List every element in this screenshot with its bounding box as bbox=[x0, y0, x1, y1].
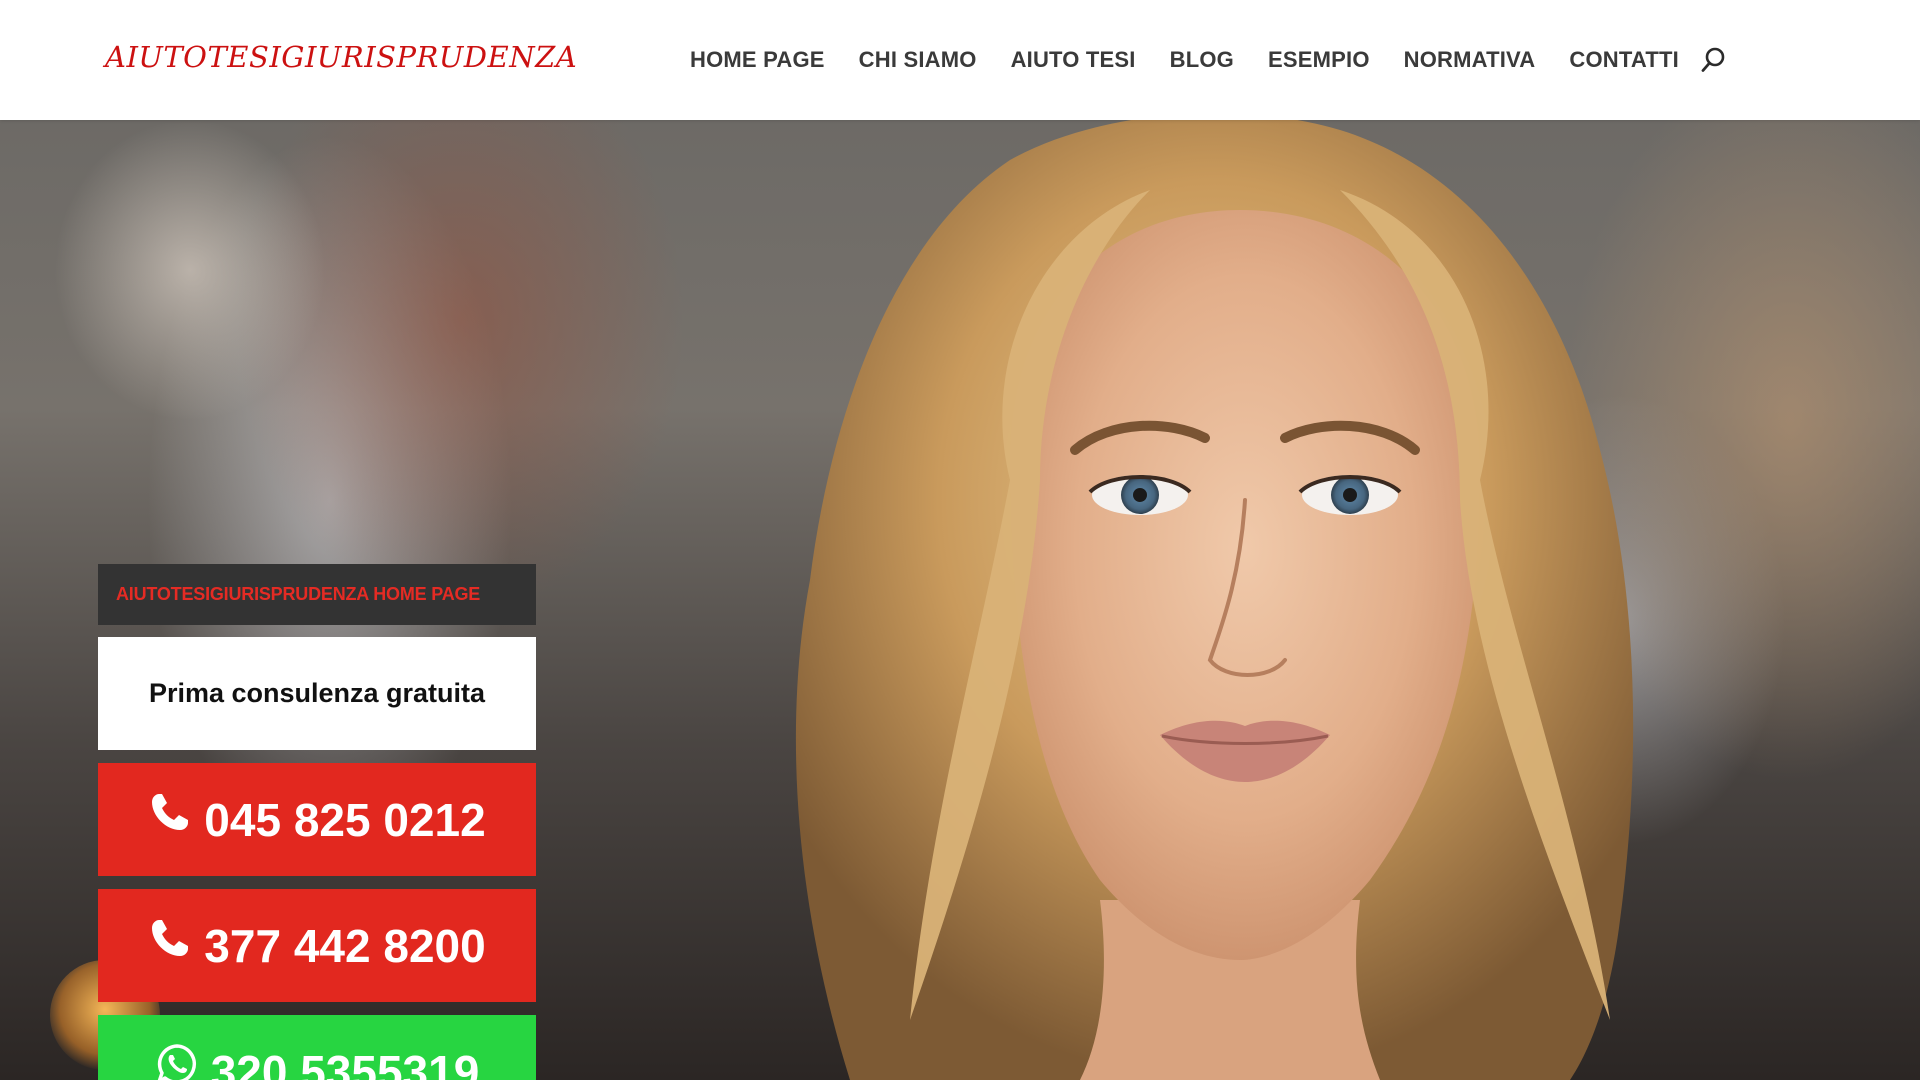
nav-item-chi-siamo[interactable]: CHI SIAMO bbox=[859, 47, 977, 73]
whatsapp-number: 320 5355319 bbox=[210, 1045, 480, 1080]
phone-number-landline: 045 825 0212 bbox=[204, 793, 486, 846]
main-nav: HOME PAGE CHI SIAMO AIUTO TESI BLOG ESEM… bbox=[690, 44, 1727, 76]
phone-button-landline[interactable]: 045 825 0212 bbox=[98, 763, 536, 876]
search-icon[interactable] bbox=[1699, 44, 1727, 76]
free-consultation-label: Prima consulenza gratuita bbox=[98, 637, 536, 750]
phone-icon bbox=[148, 914, 192, 962]
whatsapp-icon bbox=[155, 1040, 199, 1080]
nav-item-esempio[interactable]: ESEMPIO bbox=[1268, 47, 1370, 73]
page: AIUTOTESIGIURISPRUDENZA HOME PAGE CHI SI… bbox=[0, 0, 1920, 1080]
site-logo[interactable]: AIUTOTESIGIURISPRUDENZA bbox=[105, 40, 577, 74]
phone-icon bbox=[148, 788, 192, 836]
nav-item-blog[interactable]: BLOG bbox=[1170, 47, 1234, 73]
whatsapp-button[interactable]: 320 5355319 bbox=[98, 1015, 536, 1080]
contact-panel: AIUTOTESIGIURISPRUDENZA HOME PAGE Prima … bbox=[98, 564, 536, 1080]
nav-item-aiuto-tesi[interactable]: AIUTO TESI bbox=[1011, 47, 1136, 73]
nav-item-normativa[interactable]: NORMATIVA bbox=[1404, 47, 1536, 73]
nav-item-contatti[interactable]: CONTATTI bbox=[1569, 47, 1679, 73]
hero-section: AIUTOTESIGIURISPRUDENZA HOME PAGE Prima … bbox=[0, 120, 1920, 1080]
phone-button-mobile[interactable]: 377 442 8200 bbox=[98, 889, 536, 1002]
site-header: AIUTOTESIGIURISPRUDENZA HOME PAGE CHI SI… bbox=[0, 0, 1920, 120]
hero-portrait-image bbox=[795, 120, 1634, 1080]
phone-number-mobile: 377 442 8200 bbox=[204, 919, 486, 972]
nav-item-home-page[interactable]: HOME PAGE bbox=[690, 47, 825, 73]
home-page-tag: AIUTOTESIGIURISPRUDENZA HOME PAGE bbox=[98, 564, 536, 625]
